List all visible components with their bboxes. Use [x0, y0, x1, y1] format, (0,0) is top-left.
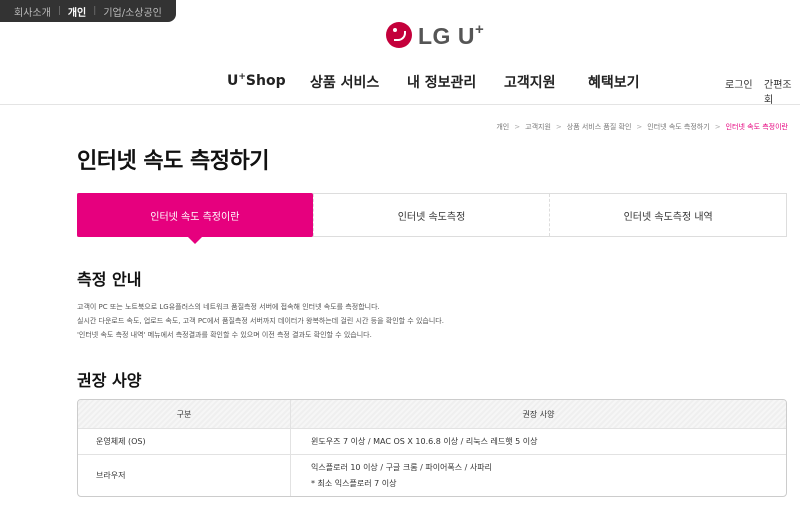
tab-label: 인터넷 속도측정 내역 — [623, 211, 713, 223]
table-header-row: 구분 권장 사양 — [78, 400, 786, 428]
header-recommended: 권장 사양 — [522, 409, 555, 419]
breadcrumb-item[interactable]: 상품 서비스 품질 확인 — [567, 122, 632, 132]
chevron-right-icon: > — [714, 123, 721, 131]
gnb-ushop[interactable]: U+Shop — [227, 72, 286, 89]
tab-speed-test[interactable]: 인터넷 속도측정 — [312, 194, 550, 236]
tab-bar: 인터넷 속도 측정이란 인터넷 속도측정 인터넷 속도측정 내역 — [77, 193, 787, 244]
guide-line: '인터넷 속도 측정 내역' 메뉴에서 측정결과를 확인할 수 있으며 이전 측… — [77, 331, 372, 339]
row-value: 윈도우즈 7 이상 / MAC OS X 10.6.8 이상 / 리눅스 레드햇… — [291, 429, 786, 454]
breadcrumb-item[interactable]: 고객지원 — [525, 122, 551, 132]
guide-title: 측정 안내 — [77, 270, 142, 289]
tab-label: 인터넷 속도 측정이란 — [150, 211, 240, 223]
chevron-right-icon: > — [555, 123, 562, 131]
segment-bar: 회사소개 | 개인 | 기업/소상공인 — [0, 0, 176, 22]
segment-business[interactable]: 기업/소상공인 — [103, 4, 162, 19]
login-link[interactable]: 로그인 — [725, 76, 753, 91]
row-label: 브라우저 — [78, 455, 291, 496]
header-divider — [0, 104, 800, 105]
global-nav: U+Shop 상품 서비스 내 정보관리 고객지원 혜택보기 로그인 간편조회 — [0, 72, 800, 106]
chevron-right-icon: > — [636, 123, 643, 131]
tab-pointer-icon — [187, 237, 202, 244]
row-value-line: 윈도우즈 7 이상 / MAC OS X 10.6.8 이상 / 리눅스 레드햇… — [311, 436, 538, 446]
row-value-note: * 최소 익스플로러 7 이상 — [311, 478, 397, 488]
breadcrumb: 개인 > 고객지원 > 상품 서비스 품질 확인 > 인터넷 속도 측정하기 >… — [496, 122, 788, 132]
table-row: 운영체제 (OS) 윈도우즈 7 이상 / MAC OS X 10.6.8 이상… — [78, 428, 786, 454]
row-value-line: 익스플로러 10 이상 / 구글 크롬 / 파이어폭스 / 사파리 — [311, 462, 492, 472]
gnb-support[interactable]: 고객지원 — [504, 72, 556, 92]
gnb-products[interactable]: 상품 서비스 — [310, 72, 379, 92]
lg-face-icon — [386, 22, 412, 48]
breadcrumb-item[interactable]: 인터넷 속도 측정하기 — [647, 122, 709, 132]
tab-what-is-speed-test[interactable]: 인터넷 속도 측정이란 — [77, 193, 313, 244]
gnb-my-info[interactable]: 내 정보관리 — [407, 72, 476, 92]
segment-personal[interactable]: 개인 — [68, 4, 86, 19]
header-category: 구분 — [78, 400, 291, 428]
lg-uplus-logo[interactable]: LG U+ — [386, 21, 484, 49]
tab-speed-test-history[interactable]: 인터넷 속도측정 내역 — [549, 194, 786, 236]
segment-separator: | — [93, 6, 97, 16]
table-row: 브라우저 익스플로러 10 이상 / 구글 크롬 / 파이어폭스 / 사파리 *… — [78, 454, 786, 496]
guide-line: 실시간 다운로드 속도, 업로드 속도, 고객 PC에서 품질측정 서버까지 데… — [77, 317, 444, 325]
guide-description: 고객이 PC 또는 노트북으로 LG유플러스의 네트워크 품질측정 서버에 접속… — [77, 300, 444, 342]
spec-title: 권장 사양 — [77, 371, 142, 390]
row-label: 운영체제 (OS) — [78, 429, 291, 454]
breadcrumb-current: 인터넷 속도 측정이란 — [725, 123, 788, 131]
gnb-benefits[interactable]: 혜택보기 — [588, 72, 640, 92]
spec-table: 구분 권장 사양 운영체제 (OS) 윈도우즈 7 이상 / MAC OS X … — [77, 399, 787, 497]
guide-line: 고객이 PC 또는 노트북으로 LG유플러스의 네트워크 품질측정 서버에 접속… — [77, 303, 380, 311]
breadcrumb-item[interactable]: 개인 — [496, 122, 509, 132]
segment-company[interactable]: 회사소개 — [14, 4, 51, 19]
page-title: 인터넷 속도 측정하기 — [77, 149, 269, 174]
chevron-right-icon: > — [514, 123, 521, 131]
row-value: 익스플로러 10 이상 / 구글 크롬 / 파이어폭스 / 사파리 * 최소 익… — [291, 455, 786, 496]
easy-lookup-link[interactable]: 간편조회 — [764, 76, 800, 106]
logo-wordmark: LG U+ — [418, 20, 485, 49]
tab-label: 인터넷 속도측정 — [397, 211, 466, 223]
segment-separator: | — [57, 6, 61, 16]
